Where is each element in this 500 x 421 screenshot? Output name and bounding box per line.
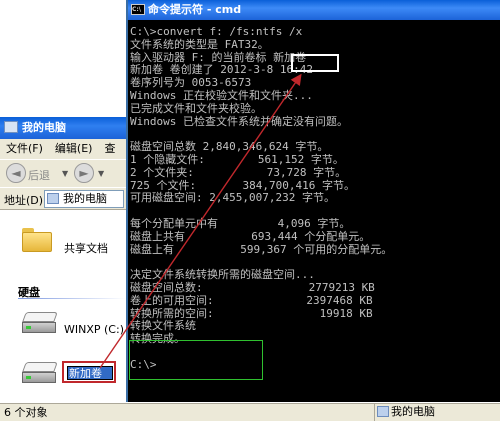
computer-icon bbox=[377, 406, 389, 417]
folder-icon[interactable] bbox=[22, 228, 52, 252]
cmd-line: 转换文件系统 bbox=[130, 319, 196, 333]
volume-label-highlight bbox=[291, 54, 339, 72]
status-location-label: 我的电脑 bbox=[391, 405, 435, 418]
cmd-line: 可用磁盘空间: 2,455,007,232 字节。 bbox=[130, 191, 335, 205]
explorer-title-bar[interactable]: 我的电脑 bbox=[0, 117, 126, 139]
explorer-toolbar: ◄ 后退 ▼ ► ▼ bbox=[0, 159, 126, 187]
address-input[interactable]: 我的电脑 bbox=[44, 190, 124, 208]
rename-highlight-box: 新加卷 bbox=[62, 361, 116, 383]
cmd-line: 磁盘上有 599,367 个可用的分配单元。 bbox=[130, 242, 393, 256]
cmd-icon: C:\ bbox=[131, 4, 145, 15]
computer-icon bbox=[47, 193, 59, 204]
cmd-line: 磁盘上共有 693,444 个分配单元。 bbox=[130, 229, 371, 243]
cmd-line: 已完成文件和文件夹校验。 bbox=[130, 101, 262, 115]
back-button[interactable]: 后退 bbox=[28, 167, 50, 183]
cmd-line: 1 个隐藏文件: 561,152 字节。 bbox=[130, 152, 344, 166]
hard-drive-icon[interactable] bbox=[22, 312, 58, 334]
menu-view[interactable]: 查 bbox=[98, 142, 121, 155]
cmd-title-bar[interactable]: C:\ 命令提示符 - cmd bbox=[128, 0, 500, 20]
status-bar: 6 个对象 我的电脑 bbox=[0, 403, 500, 421]
back-arrow-icon[interactable]: ◄ bbox=[6, 163, 26, 183]
conversion-complete-highlight bbox=[129, 340, 263, 380]
menu-file[interactable]: 文件(F) bbox=[0, 142, 49, 155]
cmd-line: 文件系统的类型是 FAT32。 bbox=[130, 37, 269, 51]
hard-drive-icon[interactable] bbox=[22, 362, 58, 384]
address-value: 我的电脑 bbox=[63, 192, 107, 205]
cmd-title: 命令提示符 - cmd bbox=[148, 3, 242, 16]
address-label: 地址(D) bbox=[4, 194, 44, 207]
chevron-down-icon[interactable]: ▼ bbox=[62, 169, 68, 178]
cmd-line: Windows 已检查文件系统并确定没有问题。 bbox=[130, 114, 348, 128]
cmd-line: 2 个文件夹: 73,728 字节。 bbox=[130, 165, 347, 179]
explorer-menu-bar: 文件(F) 编辑(E) 查 bbox=[0, 139, 126, 159]
computer-icon bbox=[4, 121, 18, 133]
cmd-line: 每个分配单元中有 4,096 字节。 bbox=[130, 216, 351, 230]
object-count: 6 个对象 bbox=[4, 406, 48, 419]
chevron-down-icon[interactable]: ▼ bbox=[98, 169, 104, 178]
cmd-line: Windows 正在校验文件和文件夹... bbox=[130, 88, 313, 102]
cmd-output[interactable]: C:\>convert f: /fs:ntfs /x 文件系统的类型是 FAT32… bbox=[130, 25, 498, 372]
menu-edit[interactable]: 编辑(E) bbox=[49, 142, 99, 155]
explorer-content: 共享文档 硬盘 WINXP (C:) 新加卷 bbox=[0, 209, 126, 403]
address-bar: 地址(D) 我的电脑 bbox=[0, 187, 126, 209]
cmd-line: 磁盘空间总数: 2779213 KB bbox=[130, 280, 375, 294]
section-divider bbox=[18, 298, 126, 299]
drive-rename-input[interactable]: 新加卷 bbox=[67, 366, 113, 380]
cmd-window: C:\ 命令提示符 - cmd C:\>convert f: /fs:ntfs … bbox=[126, 0, 500, 402]
explorer-title: 我的电脑 bbox=[22, 121, 66, 134]
drive-c-label[interactable]: WINXP (C:) bbox=[64, 323, 124, 336]
forward-arrow-icon[interactable]: ► bbox=[74, 163, 94, 183]
cmd-line: C:\>convert f: /fs:ntfs /x bbox=[130, 25, 303, 38]
status-location: 我的电脑 bbox=[374, 404, 500, 421]
cmd-line: 卷上的可用空间: 2397468 KB bbox=[130, 293, 373, 307]
shared-documents-label[interactable]: 共享文档 bbox=[64, 240, 108, 256]
